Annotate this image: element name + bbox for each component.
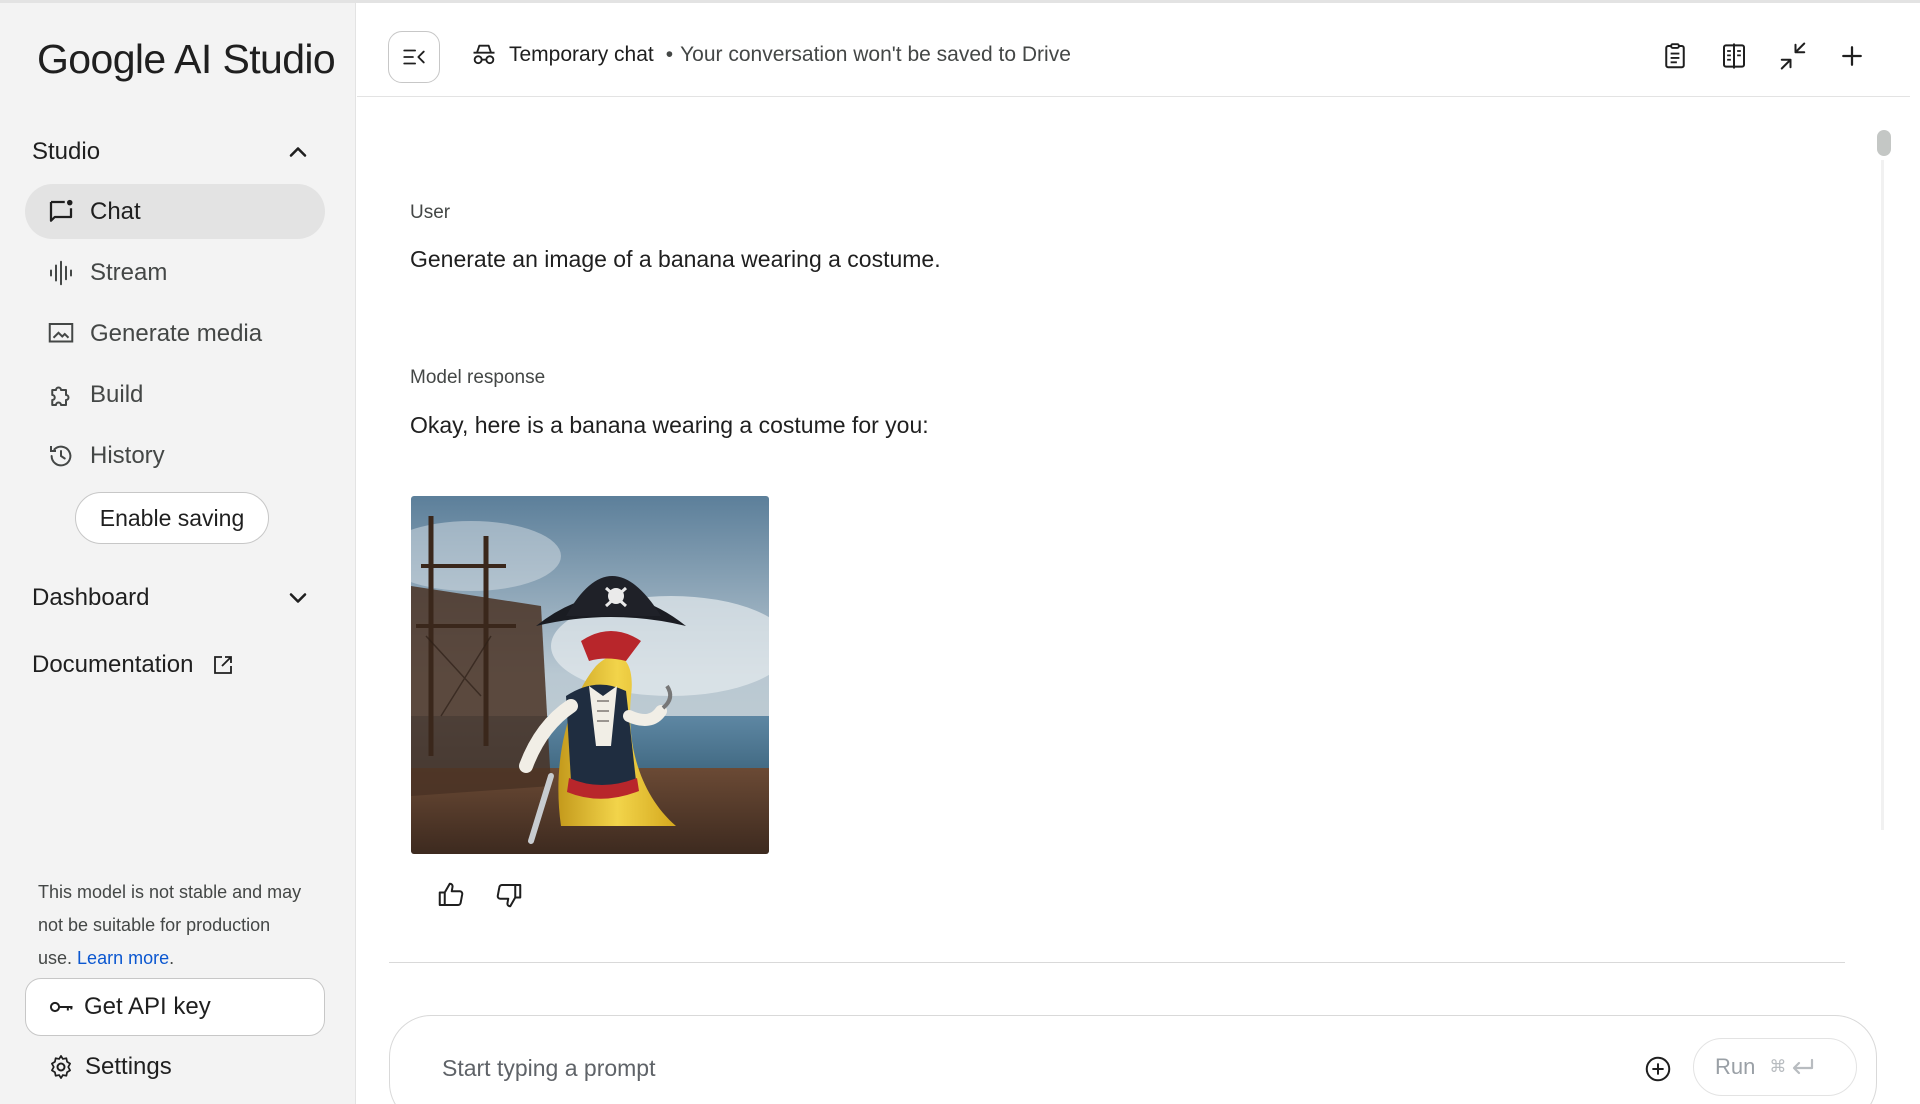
- thumbs-down-icon[interactable]: [494, 880, 524, 910]
- add-media-icon[interactable]: [1643, 1054, 1673, 1084]
- sidebar-item-build[interactable]: Build: [25, 367, 325, 422]
- chat-subtitle: Your conversation won't be saved to Driv…: [680, 43, 1071, 66]
- sidebar-item-label: Stream: [90, 258, 168, 286]
- sidebar-item-chat[interactable]: Chat: [25, 184, 325, 239]
- sidebar-item-label: Generate media: [90, 319, 263, 347]
- scrollbar-thumb[interactable]: [1877, 130, 1891, 156]
- model-message: Okay, here is a banana wearing a costume…: [410, 412, 929, 438]
- key-icon: [49, 1001, 73, 1013]
- collapse-icon[interactable]: [1778, 41, 1808, 71]
- studio-section-toggle[interactable]: Studio: [32, 132, 312, 172]
- learn-more-link[interactable]: Learn more: [77, 948, 169, 968]
- model-stability-notice: This model is not stable and may not be …: [38, 876, 308, 975]
- generated-image[interactable]: [411, 496, 769, 854]
- run-button[interactable]: Run ⌘: [1693, 1038, 1857, 1096]
- studio-section-label: Studio: [32, 138, 101, 165]
- conversation-divider: [389, 962, 1845, 963]
- sidebar-item-label: History: [90, 441, 165, 469]
- puzzle-icon: [51, 386, 70, 406]
- compare-icon[interactable]: [1719, 41, 1749, 71]
- menu-collapse-icon: [403, 49, 425, 65]
- model-role-label: Model response: [410, 367, 546, 388]
- image-icon: [48, 322, 74, 342]
- command-key-hint: ⌘: [1769, 1057, 1787, 1076]
- incognito-icon: [473, 44, 495, 65]
- settings-button[interactable]: Settings: [47, 1053, 172, 1081]
- thumbs-up-icon[interactable]: [436, 880, 466, 910]
- chat-title-text: Temporary chat: [509, 43, 654, 66]
- api-key-label: Get API key: [84, 993, 211, 1020]
- documentation-link[interactable]: Documentation: [32, 645, 235, 685]
- enter-key-icon: [1793, 1058, 1814, 1075]
- title-separator: •: [665, 43, 674, 66]
- sidebar-item-history[interactable]: History: [25, 428, 325, 483]
- dashboard-section-label: Dashboard: [32, 584, 150, 611]
- dashboard-section-toggle[interactable]: Dashboard: [32, 578, 312, 618]
- prompt-box: Run ⌘: [389, 1015, 1877, 1104]
- run-label: Run: [1715, 1054, 1756, 1079]
- clipboard-icon[interactable]: [1660, 41, 1690, 71]
- prompt-input[interactable]: [442, 1046, 1542, 1090]
- app-logo[interactable]: Google AI Studio: [37, 36, 336, 83]
- user-role-label: User: [410, 202, 451, 223]
- history-icon: [50, 445, 72, 466]
- chat-header: Temporary chat • Your conversation won't…: [357, 3, 1910, 97]
- enable-saving-button[interactable]: Enable saving: [75, 492, 269, 544]
- external-link-icon: [214, 656, 233, 674]
- sidebar-item-label: Build: [90, 380, 144, 408]
- chat-icon: [49, 199, 73, 222]
- temporary-chat-title: Temporary chat • Your conversation won't…: [470, 41, 1071, 69]
- notice-end: .: [169, 948, 175, 968]
- sidebar: Google AI Studio Studio Chat Stream Gene…: [0, 0, 356, 1104]
- waveform-icon: [50, 260, 72, 285]
- settings-label: Settings: [85, 1053, 172, 1080]
- chevron-up-icon: [289, 147, 307, 157]
- documentation-label: Documentation: [32, 651, 194, 678]
- sidebar-item-stream[interactable]: Stream: [25, 245, 325, 300]
- sidebar-item-generate-media[interactable]: Generate media: [25, 306, 325, 361]
- user-message: Generate an image of a banana wearing a …: [410, 246, 941, 272]
- chevron-down-icon: [289, 593, 307, 603]
- scrollbar-track[interactable]: [1881, 160, 1884, 830]
- plus-icon[interactable]: [1837, 41, 1867, 71]
- sidebar-item-label: Chat: [90, 197, 141, 225]
- banana-pirate-illustration: [411, 496, 769, 854]
- get-api-key-button[interactable]: Get API key: [25, 978, 325, 1036]
- gear-icon: [51, 1055, 71, 1079]
- toggle-sidebar-button[interactable]: [388, 31, 440, 83]
